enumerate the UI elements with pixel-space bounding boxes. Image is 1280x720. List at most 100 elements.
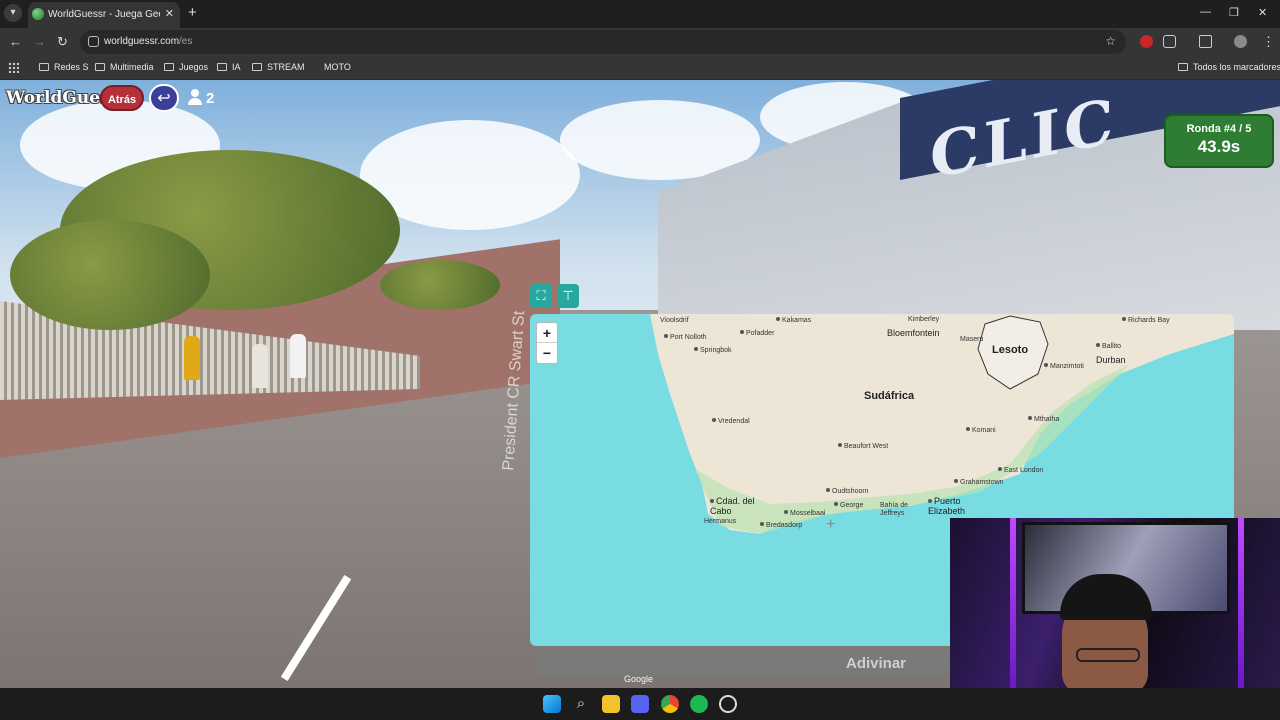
expand-map-button[interactable]: ⛶	[530, 284, 552, 308]
zoom-control: + −	[536, 322, 558, 364]
bookmark-folder-redes[interactable]: Redes S	[39, 62, 89, 72]
city-label: Bloemfontein	[887, 328, 940, 338]
app-icon[interactable]	[719, 695, 737, 713]
city-label: Kimberley	[908, 316, 940, 323]
timer: 43.9s	[1197, 137, 1241, 156]
return-arrow-icon: ↩	[157, 90, 171, 107]
menu-kebab-icon[interactable]: ⋮	[1262, 34, 1275, 50]
spotify-icon[interactable]	[690, 695, 708, 713]
city-label: East London	[998, 467, 1043, 474]
browser-tab-active[interactable]: WorldGuessr - Juega GeoGuessr ✕	[28, 2, 180, 28]
tree	[10, 220, 210, 330]
minimize-button[interactable]: —	[1200, 6, 1211, 18]
bookmark-moto[interactable]: MOTO	[324, 62, 351, 72]
pedestrian	[290, 334, 306, 378]
pedestrian	[252, 344, 268, 388]
site-info-icon[interactable]	[88, 36, 99, 47]
folder-icon	[164, 63, 174, 71]
back-button[interactable]: Atrás	[100, 85, 144, 111]
back-arrow-icon[interactable]: ←	[9, 34, 22, 49]
led-strip	[1238, 518, 1244, 688]
city-label: Maseru	[960, 336, 984, 343]
search-icon[interactable]: ⌕	[572, 695, 590, 713]
city-label: Durban	[1096, 355, 1126, 365]
forward-arrow-icon[interactable]: →	[33, 34, 46, 49]
url-text: worldguessr.com/es	[104, 36, 193, 47]
google-watermark: Google	[624, 674, 654, 684]
expand-icon: ⛶	[536, 288, 546, 303]
city-label: Mosselbaai	[784, 510, 825, 517]
folder-icon	[217, 63, 227, 71]
city-label: Pofadder	[740, 330, 774, 337]
windows-taskbar: ⌕	[0, 688, 1280, 720]
city-label: Port Nolloth	[664, 334, 707, 341]
extensions-puzzle-icon[interactable]	[1163, 35, 1176, 48]
windows-start-icon[interactable]	[543, 695, 561, 713]
city-label: Manzimtoti	[1044, 363, 1084, 370]
folder-icon	[252, 63, 262, 71]
city-label: Beaufort West	[838, 443, 888, 450]
discord-icon[interactable]	[631, 695, 649, 713]
bookmarks-bar: Redes S Multimedia Juegos IA STREAM MOTO…	[0, 56, 1280, 80]
city-label: Bredasdorp	[760, 522, 802, 529]
country-label-lesotho: Lesoto	[992, 344, 1029, 356]
return-to-start-button[interactable]: ↩	[149, 84, 179, 112]
tab-title: WorldGuessr - Juega GeoGuessr	[48, 9, 160, 20]
city-label: Vredendal	[712, 418, 750, 425]
file-explorer-icon[interactable]	[602, 695, 620, 713]
city-label: George	[834, 502, 863, 509]
globe-icon	[32, 8, 44, 20]
person-icon	[188, 89, 202, 105]
guess-button-label[interactable]: Adivinar	[846, 655, 906, 672]
tab-search-button[interactable]: ▾	[4, 4, 22, 22]
city-label-cape-town: Cdad. del Cabo	[710, 496, 760, 516]
reading-list-icon[interactable]	[1199, 35, 1212, 48]
bookmark-folder-juegos[interactable]: Juegos	[164, 62, 208, 72]
streamer-glasses	[1076, 648, 1140, 662]
bookmark-folder-ia[interactable]: IA	[217, 62, 241, 72]
round-label: Ronda #4 / 5	[1186, 123, 1252, 135]
bookmark-folder-multimedia[interactable]: Multimedia	[95, 62, 154, 72]
zoom-out-button[interactable]: −	[537, 343, 557, 363]
city-label: Hermanus	[704, 518, 737, 525]
map-cursor-crosshair: +	[826, 516, 836, 533]
pin-icon: ⊤	[562, 288, 574, 303]
close-window-button[interactable]: ✕	[1258, 6, 1267, 19]
browser-tabstrip: ▾ WorldGuessr - Juega GeoGuessr ✕ + — ❐ …	[0, 0, 1280, 28]
extension-red-icon[interactable]	[1140, 35, 1153, 48]
apps-grid-icon[interactable]	[8, 62, 19, 73]
led-strip	[1010, 518, 1016, 688]
zoom-in-button[interactable]: +	[537, 323, 557, 343]
player-count: 2	[188, 89, 214, 107]
city-label: Richards Bay	[1122, 317, 1170, 324]
city-label: Vioolsdrif	[660, 317, 689, 324]
city-label: Bahía de Jeffreys	[880, 502, 909, 517]
city-label: Oudtshoorn	[826, 488, 869, 495]
city-label: Ballito	[1096, 343, 1121, 350]
pedestrian	[184, 336, 200, 380]
close-tab-icon[interactable]: ✕	[165, 7, 174, 20]
country-label: Sudáfrica	[864, 390, 915, 402]
city-label: Puerto Elizabeth	[928, 496, 988, 516]
folder-icon	[1178, 63, 1188, 71]
browser-toolbar: ← → ↻ worldguessr.com/es ☆ ⋮	[0, 28, 1280, 56]
round-timer-box: Ronda #4 / 5 43.9s	[1164, 114, 1274, 168]
bookmark-folder-stream[interactable]: STREAM	[252, 62, 305, 72]
bookmark-star-icon[interactable]: ☆	[1105, 34, 1116, 48]
restore-button[interactable]: ❐	[1229, 6, 1239, 19]
city-label: Komani	[966, 427, 996, 434]
streamer-webcam	[950, 518, 1280, 688]
all-bookmarks-folder[interactable]: Todos los marcadores	[1178, 62, 1280, 72]
profile-avatar[interactable]	[1234, 35, 1247, 48]
tree	[380, 260, 500, 310]
folder-icon	[39, 63, 49, 71]
city-label: Springbok	[694, 347, 732, 354]
reload-icon[interactable]: ↻	[57, 34, 68, 50]
folder-icon	[95, 63, 105, 71]
chrome-icon[interactable]	[661, 695, 679, 713]
new-tab-button[interactable]: +	[188, 5, 197, 21]
game-page: CLIC an President CR Swart St WorldGuess…	[0, 80, 1280, 688]
city-label: Mthatha	[1028, 416, 1059, 423]
pin-map-button[interactable]: ⊤	[557, 284, 579, 308]
address-bar[interactable]: worldguessr.com/es ☆	[80, 30, 1126, 54]
